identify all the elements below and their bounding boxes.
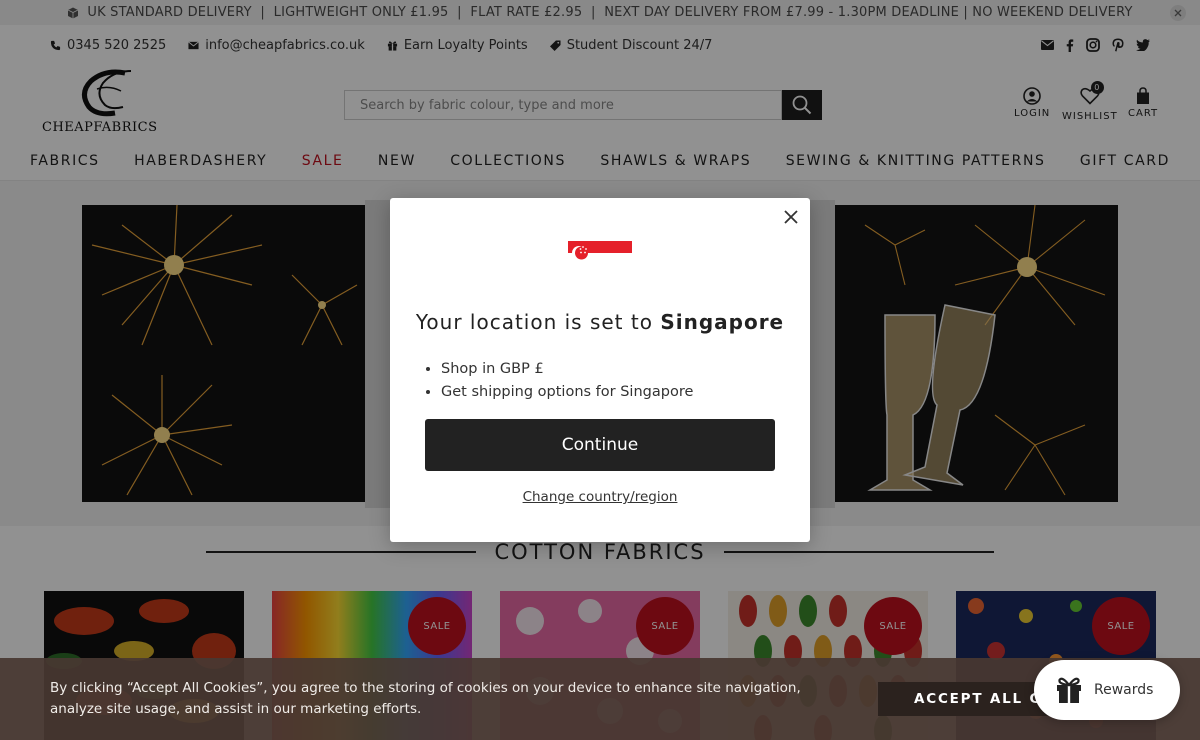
cookie-message: By clicking “Accept All Cookies”, you ag… bbox=[50, 680, 801, 717]
modal-benefits-list: Shop in GBP £ Get shipping options for S… bbox=[441, 358, 693, 404]
continue-button[interactable]: Continue bbox=[425, 419, 775, 471]
cookie-banner: By clicking “Accept All Cookies”, you ag… bbox=[0, 658, 1200, 740]
list-item: Get shipping options for Singapore bbox=[441, 381, 693, 404]
close-icon[interactable] bbox=[782, 208, 800, 226]
rewards-label: Rewards bbox=[1094, 682, 1154, 698]
country-name: Singapore bbox=[660, 310, 785, 334]
modal-title: Your location is set to Singapore bbox=[415, 310, 785, 334]
list-item: Shop in GBP £ bbox=[441, 358, 693, 381]
rewards-button[interactable]: Rewards bbox=[1034, 660, 1180, 720]
change-country-link[interactable]: Change country/region bbox=[390, 489, 810, 505]
location-modal: Your location is set to Singapore Shop i… bbox=[390, 198, 810, 542]
gift-icon bbox=[1057, 677, 1081, 703]
singapore-flag-icon bbox=[568, 241, 632, 265]
